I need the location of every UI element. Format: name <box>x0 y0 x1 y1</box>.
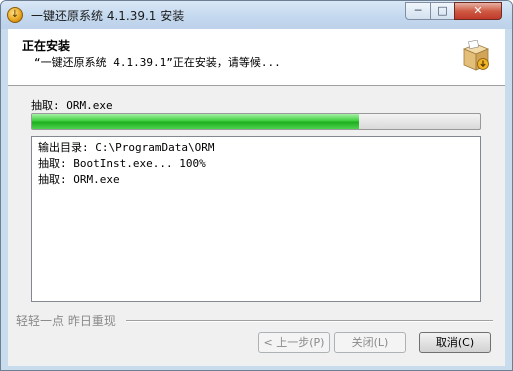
log-line: 抽取: BootInst.exe... 100% <box>38 157 206 170</box>
installer-disk-icon: ↓ <box>7 7 23 23</box>
installer-window: ↓ 一键还原系统 4.1.39.1 安装 ─ □ ✕ 正在安装 “一键还原系统 … <box>0 0 513 371</box>
back-button[interactable]: < 上一步(P) <box>258 332 330 353</box>
close-button[interactable]: 关闭(L) <box>334 332 406 353</box>
install-progress-bar <box>31 113 481 130</box>
close-window-button[interactable]: ✕ <box>454 2 502 20</box>
page-title: 正在安装 <box>22 39 71 53</box>
install-content: 抽取: ORM.exe 输出目录: C:\ProgramData\ORM 抽取:… <box>8 86 505 366</box>
progress-fill <box>32 114 360 129</box>
maximize-button[interactable]: □ <box>430 2 455 20</box>
title-bar: ↓ 一键还原系统 4.1.39.1 安装 ─ □ ✕ <box>1 1 512 29</box>
window-title: 一键还原系统 4.1.39.1 安装 <box>31 9 185 23</box>
status-text: 抽取: ORM.exe <box>31 99 113 112</box>
page-subtitle: “一键还原系统 4.1.39.1”正在安装，请等候... <box>34 56 281 69</box>
installer-header: 正在安装 “一键还原系统 4.1.39.1”正在安装，请等候... <box>8 29 505 86</box>
software-box-icon <box>462 40 490 71</box>
minimize-button[interactable]: ─ <box>405 2 431 20</box>
brand-slogan: 轻轻一点 昨日重现 <box>16 314 116 328</box>
log-line: 输出目录: C:\ProgramData\ORM <box>38 141 215 154</box>
footer-divider <box>126 320 493 322</box>
cancel-button[interactable]: 取消(C) <box>419 332 491 353</box>
log-line: 抽取: ORM.exe <box>38 173 120 186</box>
install-log[interactable]: 输出目录: C:\ProgramData\ORM 抽取: BootInst.ex… <box>31 136 481 302</box>
